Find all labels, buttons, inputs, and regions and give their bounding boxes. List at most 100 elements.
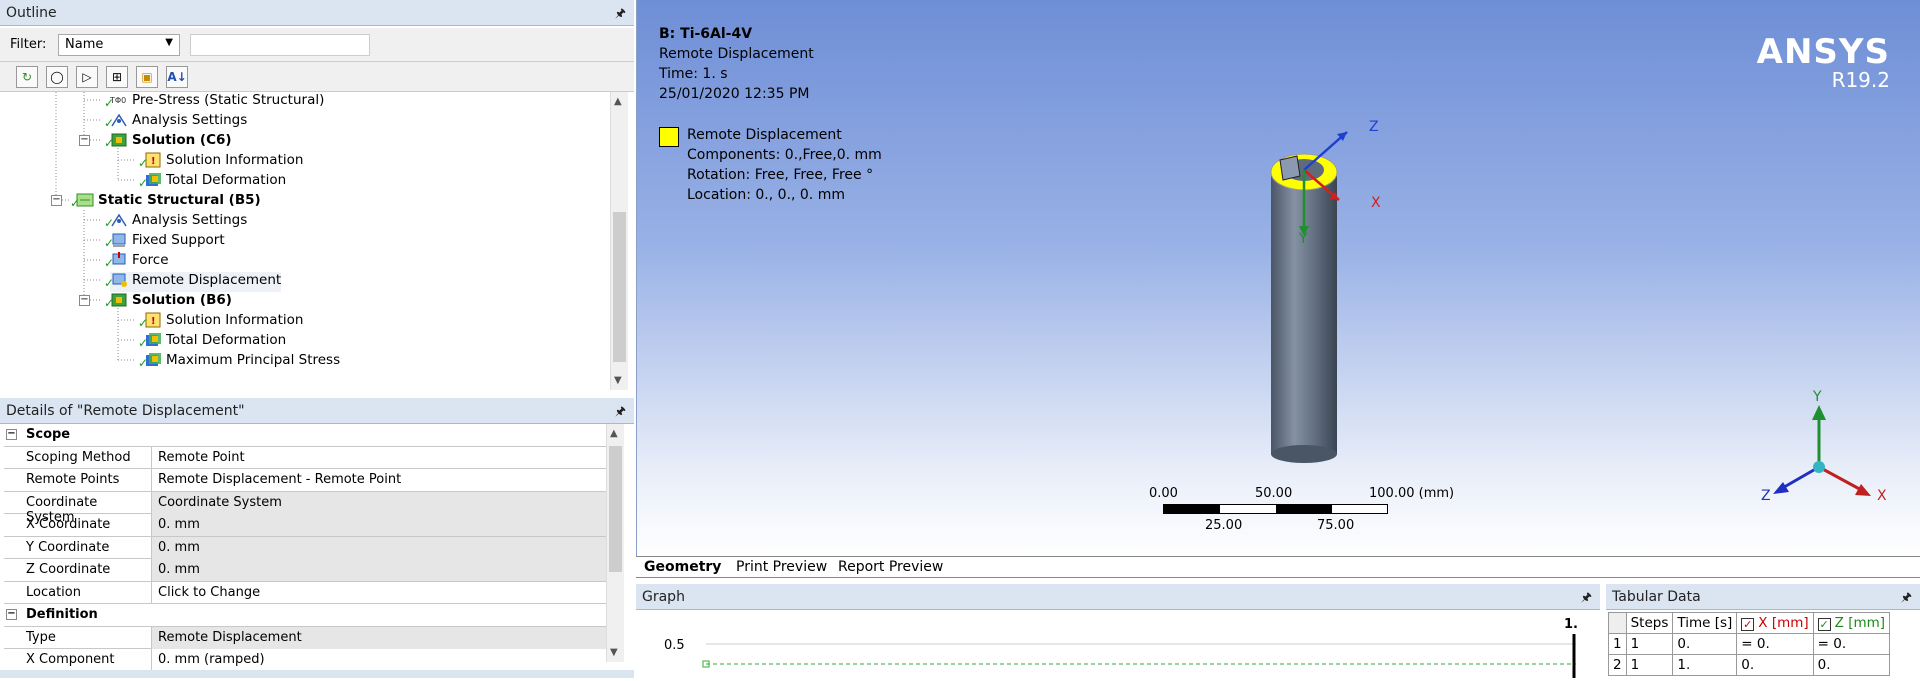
filter-select-value: Name xyxy=(65,37,104,52)
analysis-settings-icon: ✓ xyxy=(104,212,128,230)
static-structural-icon: ✓ xyxy=(70,192,94,210)
collapse-toggle[interactable]: − xyxy=(6,429,17,440)
details-row[interactable]: X Component 0. mm (ramped) xyxy=(4,649,606,672)
tree-item-remote-displacement[interactable]: ✓ Remote Displacement xyxy=(104,272,282,292)
tree-item-static-structural[interactable]: ✓ Static Structural (B5) xyxy=(70,192,261,212)
pin-icon[interactable]: 🖈 xyxy=(1581,588,1592,609)
details-row[interactable]: Type Remote Displacement xyxy=(4,626,606,649)
suppress-icon[interactable]: ◯ xyxy=(46,66,68,88)
tree-item-analysis-settings[interactable]: ✓ Analysis Settings xyxy=(104,212,247,232)
col-x[interactable]: ✓ X [mm] xyxy=(1736,612,1814,634)
pin-icon[interactable]: 🖈 xyxy=(615,4,626,25)
pin-icon[interactable]: 🖈 xyxy=(1901,588,1912,609)
table-header-row: Steps Time [s] ✓ X [mm] ✓ Z [mm] xyxy=(1608,612,1891,634)
result-icon: ✓ xyxy=(138,172,162,190)
svg-text:!: ! xyxy=(151,316,156,327)
outline-scrollbar[interactable]: ▲ ▼ xyxy=(610,92,628,390)
scale-bar: 0.00 50.00 100.00 (mm) 25.00 75.00 xyxy=(1149,486,1455,533)
local-x-label: X xyxy=(1371,195,1381,211)
checkbox-checked-icon[interactable]: ✓ xyxy=(1817,618,1831,631)
refresh-icon[interactable]: ↻ xyxy=(16,66,38,88)
scroll-down-icon[interactable]: ▼ xyxy=(610,647,618,658)
tree-item-fixed-support[interactable]: ✓ Fixed Support xyxy=(104,232,225,252)
col-time: Time [s] xyxy=(1672,612,1738,634)
col-z[interactable]: ✓ Z [mm] xyxy=(1812,612,1891,634)
graph-y-tick: 0.5 xyxy=(664,638,685,653)
details-row[interactable]: Remote Points Remote Displacement - Remot… xyxy=(4,469,606,492)
graphics-viewport[interactable]: B: Ti-6Al-4V Remote Displacement Time: 1… xyxy=(636,0,1920,556)
tree-item-solution-information[interactable]: ! ✓ Solution Information xyxy=(138,312,303,332)
chevron-down-icon[interactable]: ▼ xyxy=(165,37,173,48)
details-row[interactable]: Y Coordinate 0. mm xyxy=(4,536,606,559)
tab-print-preview[interactable]: Print Preview xyxy=(732,558,831,576)
scroll-up-icon[interactable]: ▲ xyxy=(614,96,622,107)
details-section-definition[interactable]: − Definition xyxy=(4,604,606,627)
result-icon: ✓ xyxy=(138,332,162,350)
tree-item-max-principal-stress[interactable]: ✓ Maximum Principal Stress xyxy=(138,352,340,372)
details-scrollbar[interactable]: ▲ ▼ xyxy=(606,424,624,662)
local-y-label: Y xyxy=(1298,231,1308,247)
expand-all-icon[interactable]: ⊞ xyxy=(106,66,128,88)
solution-icon: ✓ xyxy=(104,132,128,150)
solution-info-icon: ! ✓ xyxy=(138,312,162,330)
outline-title-text: Outline xyxy=(6,5,57,21)
prestress-icon: TΦ0 ✓ xyxy=(104,96,127,110)
graph-title-text: Graph xyxy=(642,589,685,605)
scroll-down-icon[interactable]: ▼ xyxy=(614,375,622,386)
fixed-support-icon: ✓ xyxy=(104,232,128,250)
scroll-up-icon[interactable]: ▲ xyxy=(610,428,618,439)
tree-item-total-deformation[interactable]: ✓ Total Deformation xyxy=(138,332,286,352)
tab-geometry[interactable]: Geometry xyxy=(640,558,725,576)
global-triad: Y X Z xyxy=(1761,389,1887,504)
collapse-toggle[interactable]: − xyxy=(51,195,62,206)
graph-area[interactable]: 0.5 1. xyxy=(636,610,1600,678)
solution-icon: ✓ xyxy=(104,292,128,310)
graph-x-marker: 1. xyxy=(1564,617,1578,632)
scroll-thumb[interactable] xyxy=(613,212,626,362)
collapse-toggle[interactable]: − xyxy=(6,609,17,620)
tabular-panel-title: Tabular Data 🖈 xyxy=(1606,584,1920,610)
tabular-data-grid: Steps Time [s] ✓ X [mm] ✓ Z [mm] 1 1 0. = … xyxy=(1608,612,1914,676)
tab-report-preview[interactable]: Report Preview xyxy=(834,558,947,576)
result-icon: ✓ xyxy=(138,352,162,370)
tree-item-total-deformation[interactable]: ✓ Total Deformation xyxy=(138,172,286,192)
table-row[interactable]: 2 1 1. 0. 0. xyxy=(1608,654,1891,676)
tree-item-solution-b6[interactable]: ✓ Solution (B6) xyxy=(104,292,232,312)
details-grid: − Scope Scoping Method Remote Point Remot… xyxy=(4,424,606,678)
checkbox-checked-icon[interactable]: ✓ xyxy=(1741,618,1755,631)
svg-text:!: ! xyxy=(151,156,156,167)
details-row[interactable]: X Coordinate 0. mm xyxy=(4,514,606,537)
details-row[interactable]: Z Coordinate 0. mm xyxy=(4,559,606,582)
pin-icon[interactable]: 🖈 xyxy=(615,402,626,423)
tree-branch-icon[interactable]: ▷ xyxy=(76,66,98,88)
filter-search-input[interactable] xyxy=(190,34,370,56)
details-row[interactable]: Scoping Method Remote Point xyxy=(4,446,606,469)
tree-item-prestress[interactable]: TΦ0 ✓ Pre-Stress (Static Structural) xyxy=(104,92,324,112)
triad-z-label: Z xyxy=(1761,488,1771,504)
filter-select[interactable]: Name ▼ xyxy=(58,34,180,56)
filter-label: Filter: xyxy=(10,37,47,52)
tree-item-solution-c6[interactable]: ✓ Solution (C6) xyxy=(104,132,232,152)
details-row[interactable]: Location Click to Change xyxy=(4,581,606,604)
sort-az-icon[interactable]: A↓ xyxy=(166,66,188,88)
force-icon: ✓ xyxy=(104,252,128,270)
local-z-label: Z xyxy=(1369,119,1379,135)
tree-item-force[interactable]: ✓ Force xyxy=(104,252,169,272)
triad-x-label: X xyxy=(1877,488,1887,504)
collapse-toggle[interactable]: − xyxy=(79,295,90,306)
details-panel-title: Details of "Remote Displacement" 🖈 xyxy=(0,398,634,424)
remote-displacement-icon: ✓ xyxy=(104,272,128,290)
graph-plot: 0.5 1. xyxy=(664,617,1578,678)
details-row[interactable]: Coordinate System Coordinate System xyxy=(4,491,606,525)
table-row[interactable]: 1 1 0. = 0. = 0. xyxy=(1608,633,1891,655)
folder-icon[interactable]: ▣ xyxy=(136,66,158,88)
outline-toolbar: ↻ ◯ ▷ ⊞ ▣ A↓ xyxy=(0,62,634,92)
scroll-thumb[interactable] xyxy=(609,446,622,572)
collapse-toggle[interactable]: − xyxy=(79,135,90,146)
details-section-scope[interactable]: − Scope xyxy=(4,424,606,447)
tree-item-solution-information[interactable]: ! ✓ Solution Information xyxy=(138,152,303,172)
analysis-settings-icon: ✓ xyxy=(104,112,128,130)
tree-connectors xyxy=(55,92,136,361)
details-title-text: Details of "Remote Displacement" xyxy=(6,403,245,419)
tree-item-analysis-settings[interactable]: ✓ Analysis Settings xyxy=(104,112,247,132)
